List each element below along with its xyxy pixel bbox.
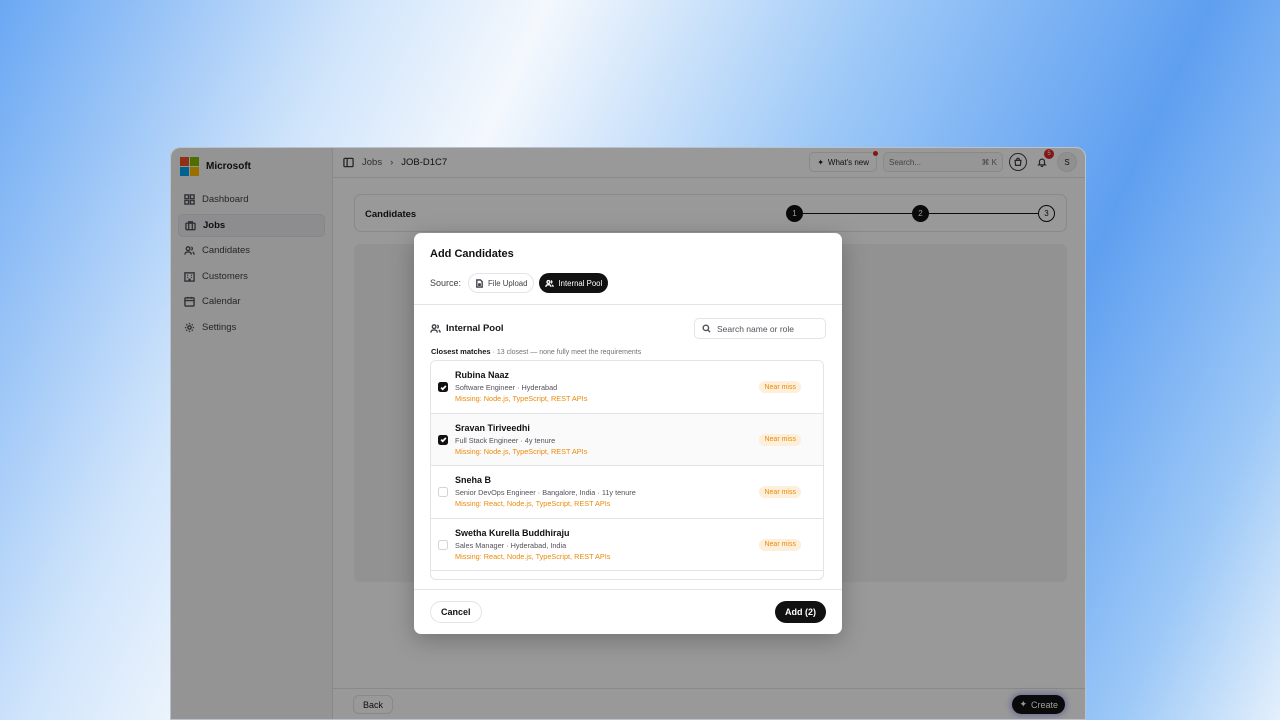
candidate-subtitle: Software Engineer · Hyderabad — [455, 383, 558, 392]
candidate-missing-skills: Missing: Node.js, TypeScript, REST APIs — [455, 394, 588, 403]
dialog-divider — [414, 304, 842, 305]
source-option-label: File Upload — [488, 278, 528, 288]
candidate-list[interactable]: Rubina Naaz Software Engineer · Hyderaba… — [430, 360, 824, 580]
candidate-search-input[interactable] — [717, 323, 817, 334]
candidate-checkbox[interactable] — [438, 434, 448, 445]
candidate-row[interactable]: Swetha Kurella Buddhiraju Sales Manager … — [431, 518, 823, 571]
candidate-name: Sravan Tiriveedhi — [455, 422, 530, 433]
candidate-checkbox[interactable] — [438, 487, 448, 497]
add-candidates-dialog: Add Candidates Source: File Upload Inter… — [414, 233, 842, 634]
matches-note: · 13 closest — none fully meet the requi… — [492, 349, 642, 356]
near-miss-badge: Near miss — [759, 381, 801, 393]
source-label: Source: — [430, 278, 462, 288]
matches-summary: Closest matches · 13 closest — none full… — [431, 347, 641, 356]
source-option-label: Internal Pool — [558, 278, 603, 288]
pool-heading-label: Internal Pool — [446, 323, 504, 334]
candidate-name: Sneha B — [455, 475, 492, 485]
matches-title: Closest matches — [431, 347, 491, 356]
pool-heading: Internal Pool — [430, 323, 504, 334]
file-icon — [476, 278, 483, 288]
checkmark-icon — [440, 437, 446, 443]
search-icon — [702, 324, 711, 333]
candidate-missing-skills: Missing: React, Node.js, TypeScript, RES… — [455, 499, 611, 508]
candidate-checkbox[interactable] — [438, 382, 448, 392]
source-file-upload-button[interactable]: File Upload — [468, 273, 535, 293]
candidate-missing-skills: Missing: React, Node.js, TypeScript, RES… — [455, 551, 611, 561]
near-miss-badge: Near miss — [759, 486, 801, 498]
candidate-subtitle: Full Stack Engineer · 4y tenure — [455, 435, 556, 445]
candidate-subtitle: Sales Manager · Hyderabad, India — [455, 540, 567, 550]
candidate-row[interactable]: Sravan Tiriveedhi Full Stack Engineer · … — [431, 413, 823, 466]
users-icon — [430, 324, 441, 333]
candidate-row[interactable]: Rubina Naaz Software Engineer · Hyderaba… — [431, 361, 823, 414]
candidate-name: Swetha Kurella Buddhiraju — [455, 527, 570, 538]
users-icon — [545, 279, 555, 287]
candidate-checkbox[interactable] — [438, 539, 448, 550]
source-selector: Source: File Upload Internal Pool — [430, 273, 609, 293]
checkmark-icon — [440, 384, 446, 391]
candidate-row[interactable]: Sneha B Senior DevOps Engineer · Bangalo… — [431, 466, 823, 519]
candidate-search[interactable] — [694, 318, 826, 339]
source-internal-pool-button[interactable]: Internal Pool — [539, 273, 609, 293]
cancel-button[interactable]: Cancel — [430, 601, 482, 623]
candidate-name: Rubina Naaz — [455, 370, 510, 380]
near-miss-badge: Near miss — [759, 538, 801, 551]
near-miss-badge: Near miss — [759, 433, 801, 446]
dialog-footer: Cancel Add (2) — [414, 589, 842, 634]
candidate-missing-skills: Missing: Node.js, TypeScript, REST APIs — [455, 446, 588, 456]
dialog-title: Add Candidates — [430, 248, 514, 260]
add-button[interactable]: Add (2) — [775, 601, 826, 623]
candidate-subtitle: Senior DevOps Engineer · Bangalore, Indi… — [455, 488, 636, 497]
